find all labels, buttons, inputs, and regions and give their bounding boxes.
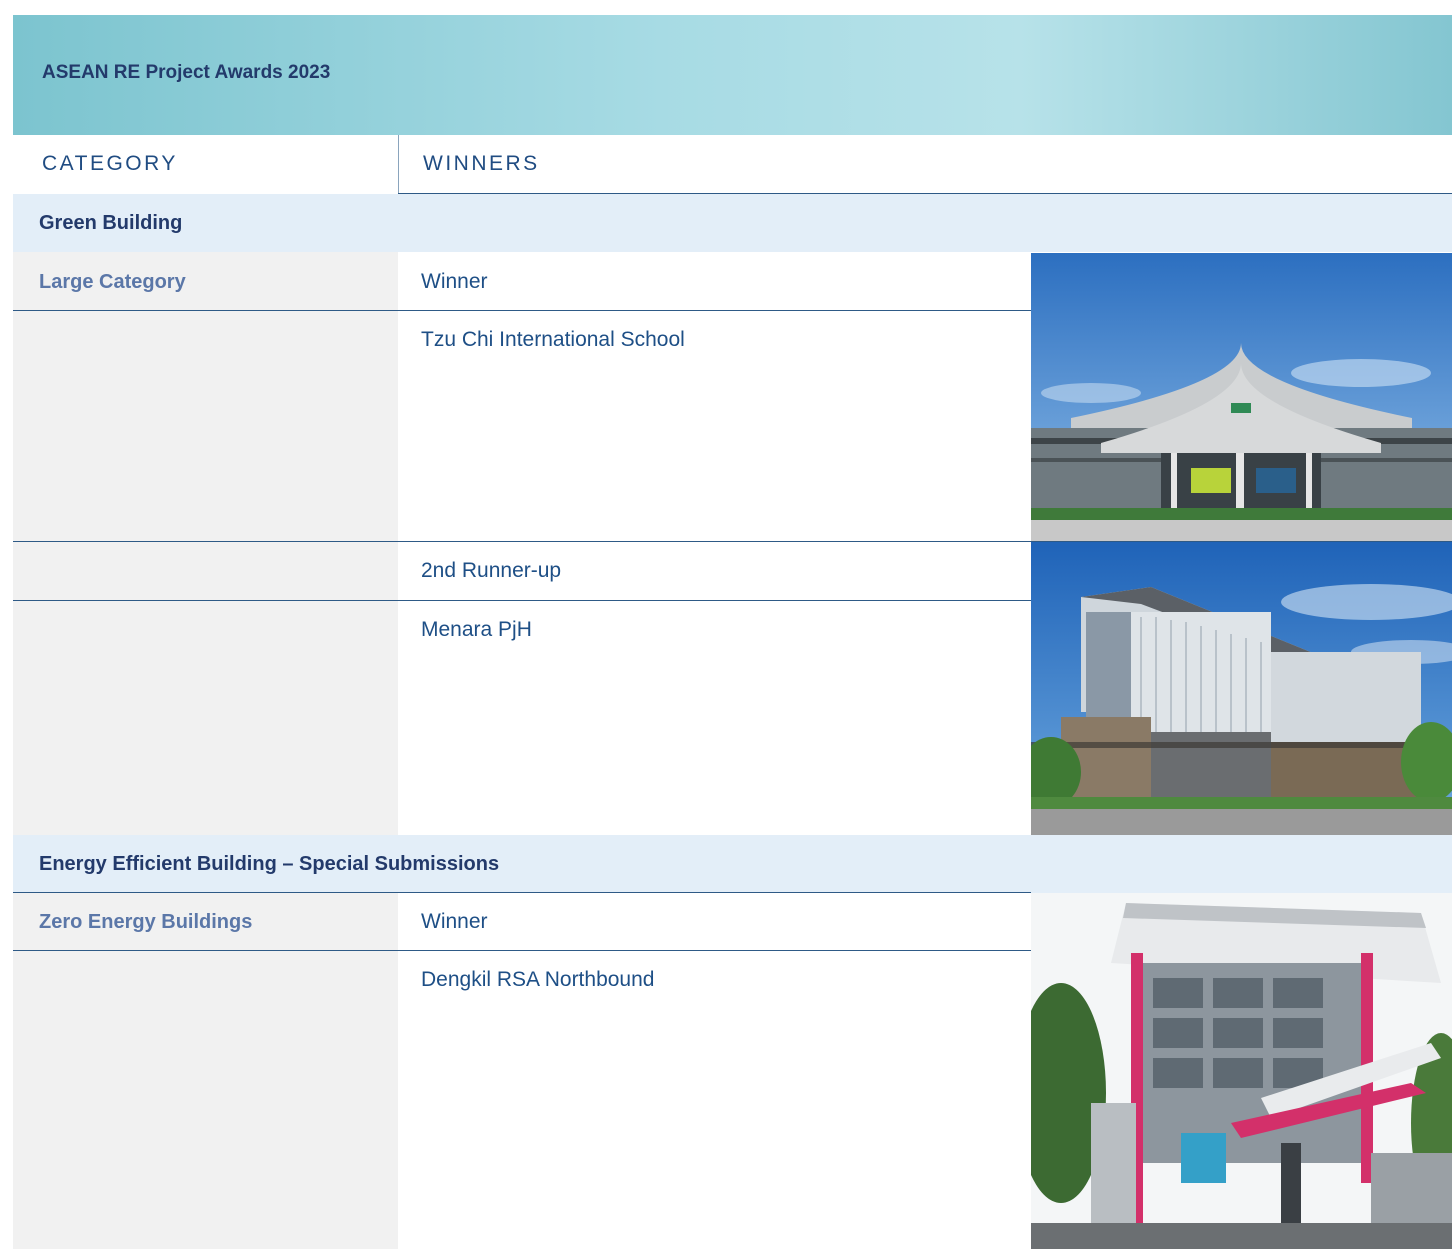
project-name: Tzu Chi International School: [421, 328, 685, 351]
category-label: Large Category: [39, 270, 186, 293]
section-title: Energy Efficient Building – Special Subm…: [39, 852, 500, 875]
section-header-green-building: Green Building: [13, 194, 1452, 252]
title-banner: ASEAN RE Project Awards 2023: [13, 15, 1452, 135]
section-header-energy-efficient-building: Energy Efficient Building – Special Subm…: [13, 835, 1452, 893]
project-name: Dengkil RSA Northbound: [421, 968, 655, 991]
award-label: Winner: [421, 270, 488, 293]
table-title: ASEAN RE Project Awards 2023: [42, 62, 331, 83]
category-column: [13, 252, 398, 835]
column-header-winners: WINNERS: [423, 135, 540, 193]
category-label: Zero Energy Buildings: [39, 910, 253, 933]
rest-area-building-photo: [1031, 893, 1452, 1249]
column-header-category: CATEGORY: [42, 135, 178, 193]
column-divider: [398, 135, 399, 193]
school-building-photo: [1031, 253, 1452, 541]
project-name: Menara PjH: [421, 618, 532, 641]
award-label: Winner: [421, 910, 488, 933]
office-tower-photo: [1031, 542, 1452, 835]
award-label: 2nd Runner-up: [421, 559, 562, 582]
section-title: Green Building: [39, 211, 183, 234]
